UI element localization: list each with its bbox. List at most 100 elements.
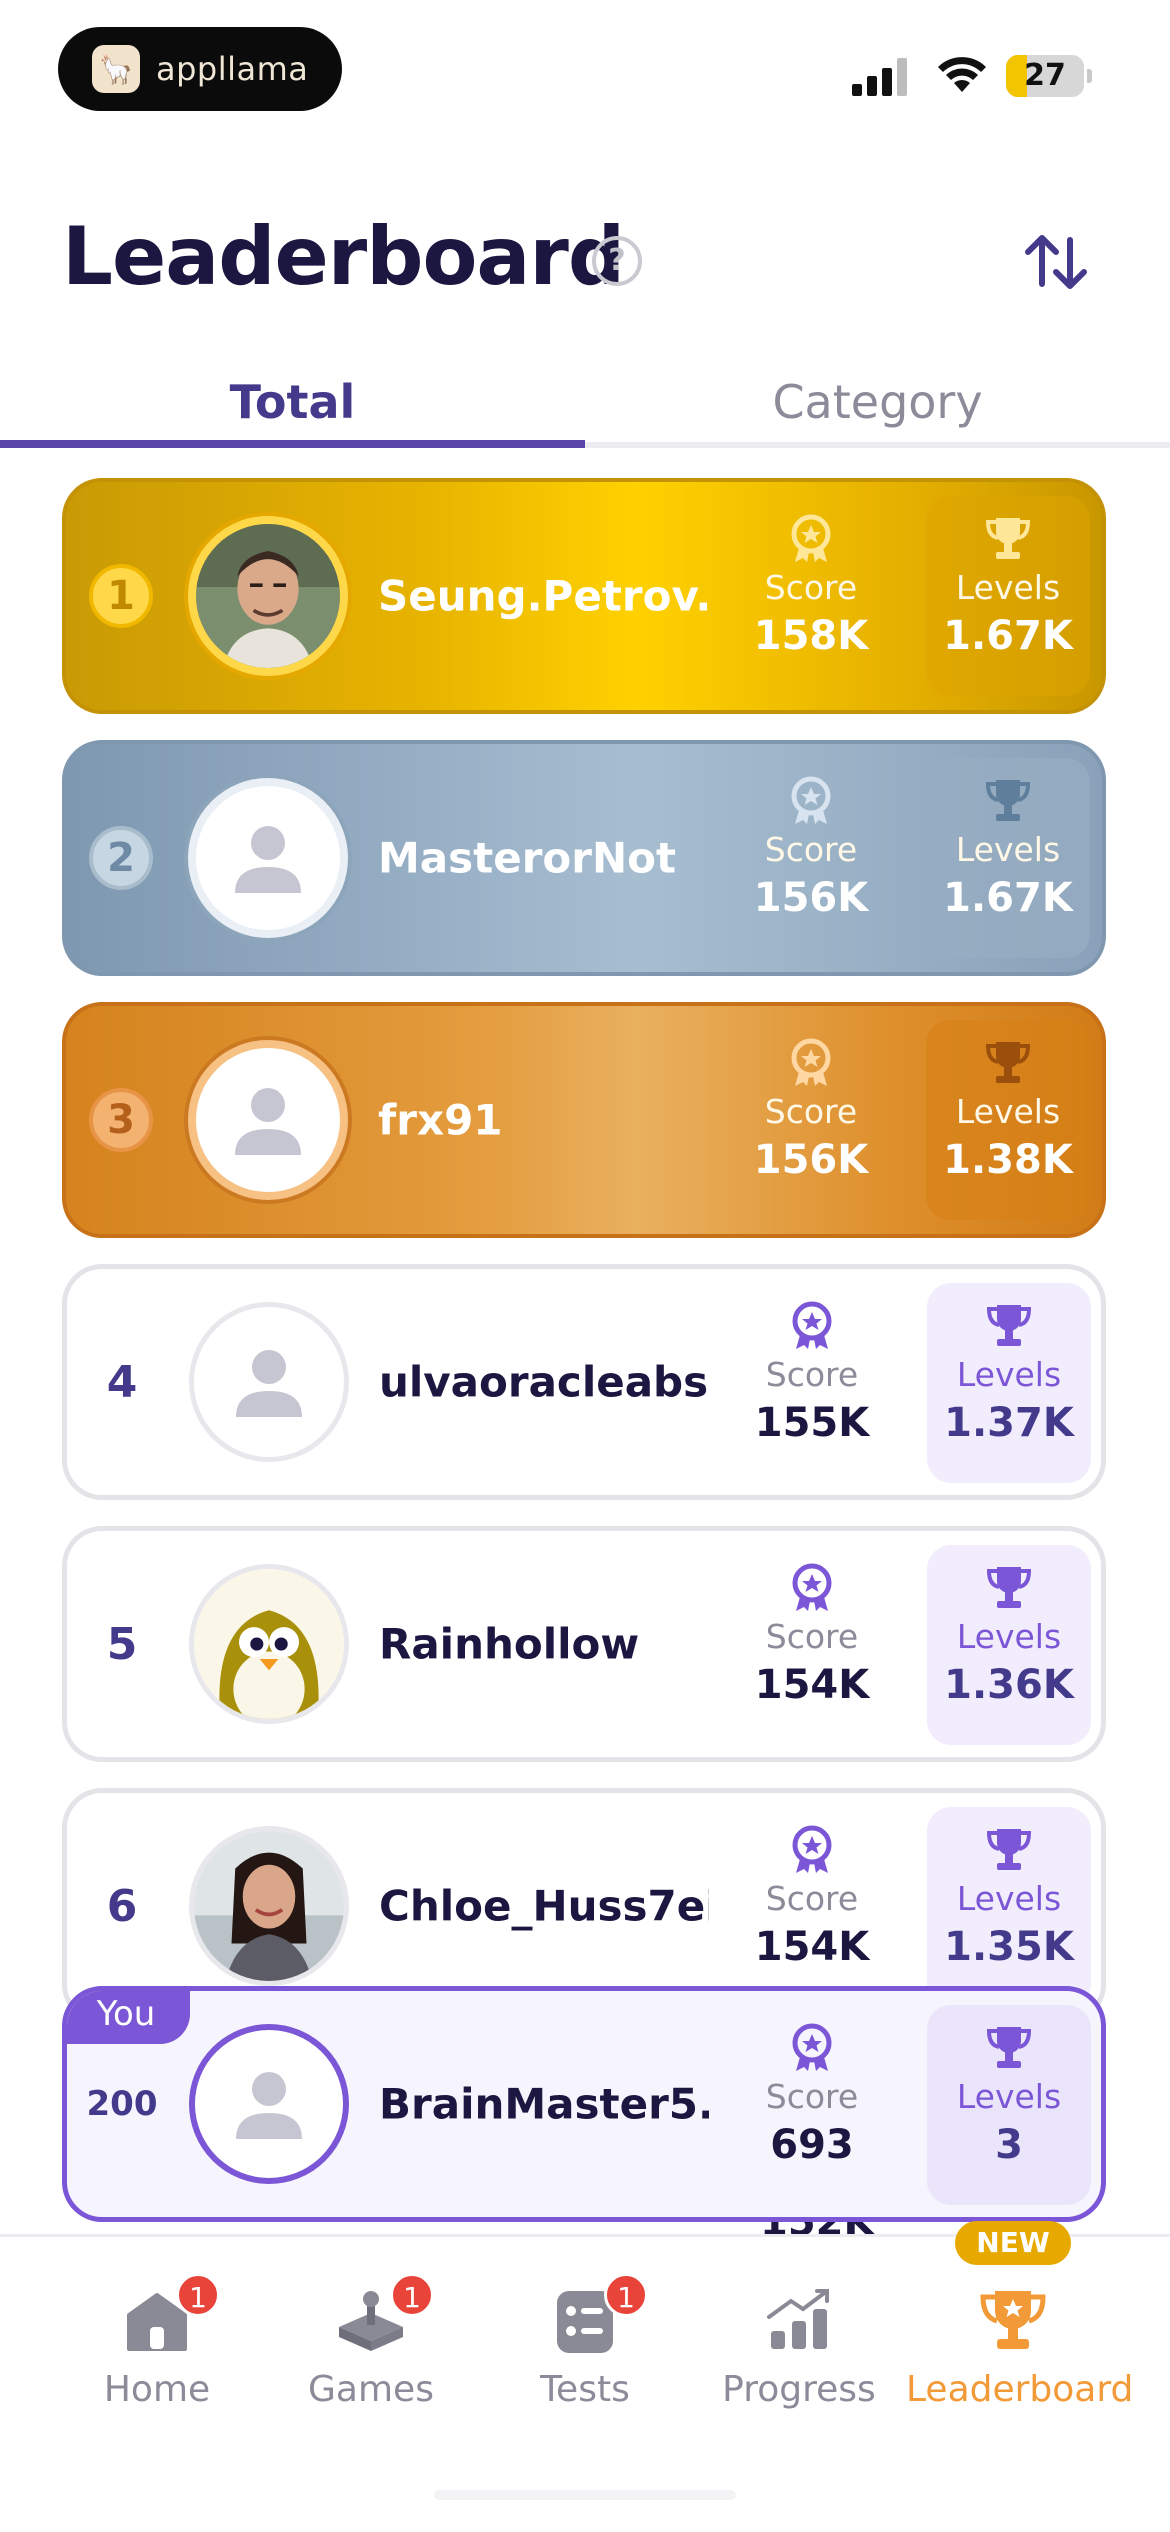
- levels-stat: Levels 1.35K: [927, 1807, 1091, 2007]
- avatar[interactable]: [189, 1564, 349, 1724]
- nav-games[interactable]: 1 Games: [264, 2237, 478, 2457]
- username: ulvaoracleabs: [379, 1357, 709, 1407]
- trophy-icon: [985, 518, 1031, 559]
- username: Seung.Petrov...: [378, 571, 708, 621]
- silver-medal-icon: 2: [89, 826, 153, 890]
- default-user-icon: [235, 1088, 301, 1155]
- score-value: 156K: [753, 1137, 869, 1183]
- star-badge-icon: [792, 1301, 832, 1349]
- trophy-icon: [985, 780, 1031, 821]
- gold-medal-icon: 1: [89, 564, 153, 628]
- leaderboard-row-4[interactable]: 4 ulvaoracleabs Score 155K Levels 1.37K: [62, 1264, 1106, 1500]
- username: Rainhollow: [379, 1619, 640, 1669]
- levels-stat: Levels 1.38K: [926, 1020, 1090, 1220]
- score-label: Score: [765, 1879, 859, 1918]
- score-label: Score: [764, 1092, 858, 1131]
- nav-label: Leaderboard: [906, 2369, 1134, 2410]
- leaderboard-row-2[interactable]: 2 MasterorNot Score 156K Levels 1.67K: [62, 740, 1106, 976]
- leaderboard-row-1[interactable]: 1 Seung.Petrov... Score 158K Levels 1.67…: [62, 478, 1106, 714]
- penguin-avatar-icon: [194, 1569, 344, 1719]
- app-name: appllama: [156, 50, 309, 88]
- star-badge-icon: [791, 514, 831, 562]
- nav-progress[interactable]: Progress: [692, 2237, 906, 2457]
- levels-value: 1.35K: [944, 1924, 1074, 1970]
- score-stat: Score 154K: [737, 1561, 887, 1708]
- score-value: 158K: [753, 613, 869, 659]
- nav-label: Home: [103, 2369, 211, 2410]
- default-user-icon: [236, 2072, 302, 2139]
- rank-cell: 2: [66, 744, 176, 972]
- avatar[interactable]: [188, 778, 348, 938]
- levels-label: Levels: [956, 2077, 1062, 2116]
- new-badge: NEW: [955, 2221, 1071, 2265]
- levels-label: Levels: [955, 1092, 1061, 1131]
- score-stat: Score 156K: [736, 1036, 886, 1183]
- levels-value: 1.36K: [944, 1662, 1074, 1708]
- home-indicator: [434, 2490, 736, 2500]
- levels-value: 3: [995, 2122, 1023, 2168]
- notification-badge: 1: [176, 2273, 220, 2317]
- nav-label: Games: [308, 2369, 434, 2410]
- status-bar: 🦙 appllama 27: [0, 0, 1170, 140]
- trophy-icon: [986, 1305, 1032, 1346]
- nav-label: Tests: [540, 2369, 630, 2410]
- bottom-nav: 1 Home 1 Games 1 Tests Progress Leaderbo…: [0, 2234, 1170, 2532]
- avatar[interactable]: [189, 2024, 349, 2184]
- user-photo-avatar: [194, 1831, 344, 1981]
- app-pill[interactable]: 🦙 appllama: [58, 27, 342, 111]
- progress-chart-icon: [767, 2289, 829, 2349]
- levels-label: Levels: [955, 568, 1061, 607]
- leaderboard-row-3[interactable]: 3 frx91 Score 156K Levels 1.38K: [62, 1002, 1106, 1238]
- user-photo-avatar: [196, 524, 340, 668]
- sort-arrows-icon[interactable]: [1020, 226, 1092, 298]
- trophy-icon: [985, 1042, 1031, 1083]
- score-label: Score: [765, 1617, 859, 1656]
- llama-logo-icon: 🦙: [92, 45, 140, 93]
- levels-label: Levels: [956, 1879, 1062, 1918]
- levels-value: 1.38K: [943, 1137, 1073, 1183]
- leaderboard-row-5[interactable]: 5 Rainhollow Score 154K Levels 1.36K: [62, 1526, 1106, 1762]
- star-badge-icon: [792, 1825, 832, 1873]
- question-circle-icon[interactable]: ?: [592, 236, 642, 286]
- tab-active-indicator: [0, 440, 585, 448]
- score-stat: Score 158K: [736, 512, 886, 659]
- leaderboard-tabs: Total Category: [0, 360, 1170, 448]
- wifi-icon: [938, 57, 986, 92]
- bronze-medal-icon: 3: [89, 1088, 153, 1152]
- nav-label: Progress: [722, 2369, 876, 2410]
- tab-total[interactable]: Total: [0, 360, 585, 448]
- rank-number: 200: [86, 2084, 158, 2124]
- nav-tests[interactable]: 1 Tests: [478, 2237, 692, 2457]
- score-stat: Score 155K: [737, 1299, 887, 1446]
- score-stat: Score 693: [737, 2021, 887, 2168]
- avatar[interactable]: [189, 1302, 349, 1462]
- trophy-icon: [986, 1829, 1032, 1870]
- score-stat: Score 154K: [737, 1823, 887, 1970]
- nav-home[interactable]: 1 Home: [50, 2237, 264, 2457]
- trophy-icon: [986, 1567, 1032, 1608]
- username: Chloe_Huss7ein: [379, 1881, 709, 1931]
- avatar[interactable]: [188, 1040, 348, 1200]
- avatar[interactable]: [188, 516, 348, 676]
- levels-stat: Levels 3: [927, 2005, 1091, 2205]
- avatar[interactable]: [189, 1826, 349, 1986]
- levels-value: 1.37K: [944, 1400, 1074, 1446]
- levels-value: 1.67K: [943, 613, 1073, 659]
- cellular-signal-icon: [852, 58, 910, 96]
- username: BrainMaster5...: [379, 2079, 709, 2129]
- star-badge-icon: [792, 2023, 832, 2071]
- trophy-icon: [980, 2291, 1046, 2349]
- rank-number: 4: [106, 1356, 138, 1408]
- username: MasterorNot: [378, 833, 677, 883]
- levels-label: Levels: [956, 1355, 1062, 1394]
- tab-category[interactable]: Category: [585, 360, 1170, 448]
- star-badge-icon: [792, 1563, 832, 1611]
- default-user-icon: [236, 1350, 302, 1417]
- score-value: 693: [770, 2122, 854, 2168]
- current-user-row[interactable]: You 200 BrainMaster5... Score 693 Levels…: [62, 1986, 1106, 2222]
- rank-number: 5: [106, 1618, 138, 1670]
- score-label: Score: [765, 1355, 859, 1394]
- rank-cell: 1: [66, 482, 176, 710]
- nav-leaderboard[interactable]: Leaderboard: [906, 2237, 1134, 2457]
- rank-cell: 3: [66, 1006, 176, 1234]
